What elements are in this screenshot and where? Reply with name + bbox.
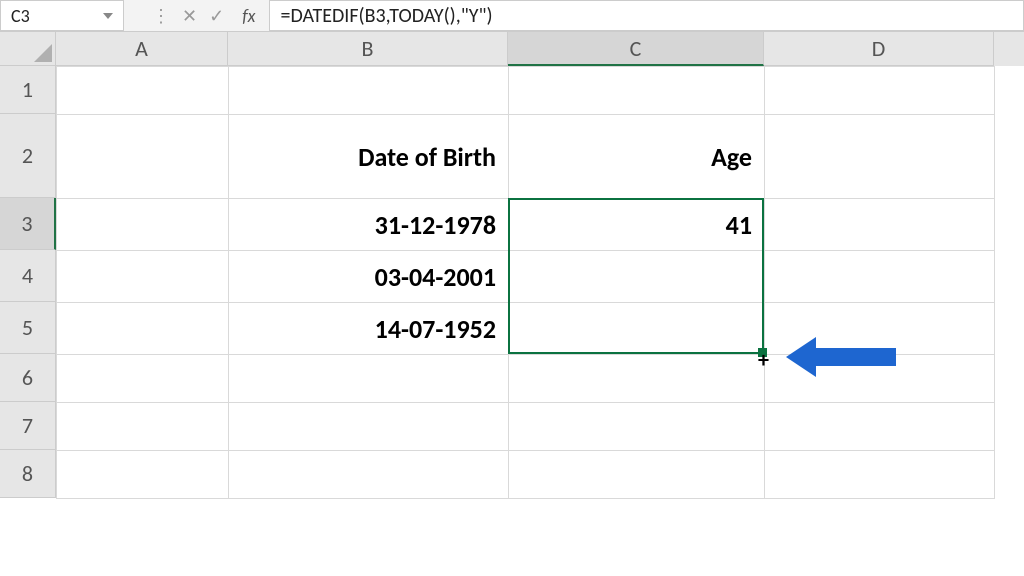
cell-A8[interactable] [57,451,229,499]
cell-C8[interactable] [509,451,765,499]
cell-D3[interactable] [765,199,995,251]
cell-B1[interactable] [229,67,509,115]
cells-area[interactable]: Date of Birth Age 31-12-1978 41 03-04-20… [56,66,995,499]
formula-input[interactable]: =DATEDIF(B3,TODAY(),"Y") [269,0,1024,31]
column-headers: A B C D [0,32,1024,66]
cell-D2[interactable] [765,115,995,199]
name-box-value: C3 [11,5,30,27]
cell-B5[interactable]: 14-07-1952 [229,303,509,355]
cell-A6[interactable] [57,355,229,403]
cell-C5[interactable] [509,303,765,355]
cell-D1[interactable] [765,67,995,115]
cell-B6[interactable] [229,355,509,403]
row-header-5[interactable]: 5 [0,302,56,354]
col-header-B[interactable]: B [228,32,508,66]
cell-C4[interactable] [509,251,765,303]
chevron-down-icon[interactable] [103,13,113,19]
row-header-8[interactable]: 8 [0,450,56,498]
cell-B2[interactable]: Date of Birth [229,115,509,199]
formula-text: =DATEDIF(B3,TODAY(),"Y") [280,4,492,28]
row-header-1[interactable]: 1 [0,66,56,114]
cell-A7[interactable] [57,403,229,451]
row-header-7[interactable]: 7 [0,402,56,450]
cell-A2[interactable] [57,115,229,199]
cell-B4[interactable]: 03-04-2001 [229,251,509,303]
cell-C3[interactable]: 41 [509,199,765,251]
spreadsheet-grid: A B C D 1 2 3 4 5 6 7 8 [0,32,1024,499]
name-box[interactable]: C3 [0,0,124,31]
cell-A5[interactable] [57,303,229,355]
cell-B7[interactable] [229,403,509,451]
cell-C2[interactable]: Age [509,115,765,199]
select-all-corner[interactable] [0,32,56,66]
col-header-A[interactable]: A [56,32,228,66]
col-header-C[interactable]: C [508,32,764,66]
formula-bar: C3 ⋮ ✕ ✓ fx =DATEDIF(B3,TODAY(),"Y") [0,0,1024,32]
cell-D8[interactable] [765,451,995,499]
cell-C1[interactable] [509,67,765,115]
enter-icon[interactable]: ✓ [209,5,224,27]
col-header-D[interactable]: D [764,32,994,66]
cancel-icon[interactable]: ✕ [182,5,197,27]
row-header-2[interactable]: 2 [0,114,56,198]
cell-D5[interactable] [765,303,995,355]
row-header-4[interactable]: 4 [0,250,56,302]
cell-C6[interactable] [509,355,765,403]
cell-A1[interactable] [57,67,229,115]
cell-B8[interactable] [229,451,509,499]
cell-C7[interactable] [509,403,765,451]
cell-D7[interactable] [765,403,995,451]
cell-D4[interactable] [765,251,995,303]
cell-D6[interactable] [765,355,995,403]
fx-icon[interactable]: fx [242,5,255,27]
row-header-6[interactable]: 6 [0,354,56,402]
cell-A4[interactable] [57,251,229,303]
row-headers: 1 2 3 4 5 6 7 8 [0,66,56,499]
cell-B3[interactable]: 31-12-1978 [229,199,509,251]
row-header-3[interactable]: 3 [0,198,56,250]
dots-icon: ⋮ [152,5,170,27]
formula-bar-buttons: ⋮ ✕ ✓ fx [144,5,263,27]
cell-A3[interactable] [57,199,229,251]
